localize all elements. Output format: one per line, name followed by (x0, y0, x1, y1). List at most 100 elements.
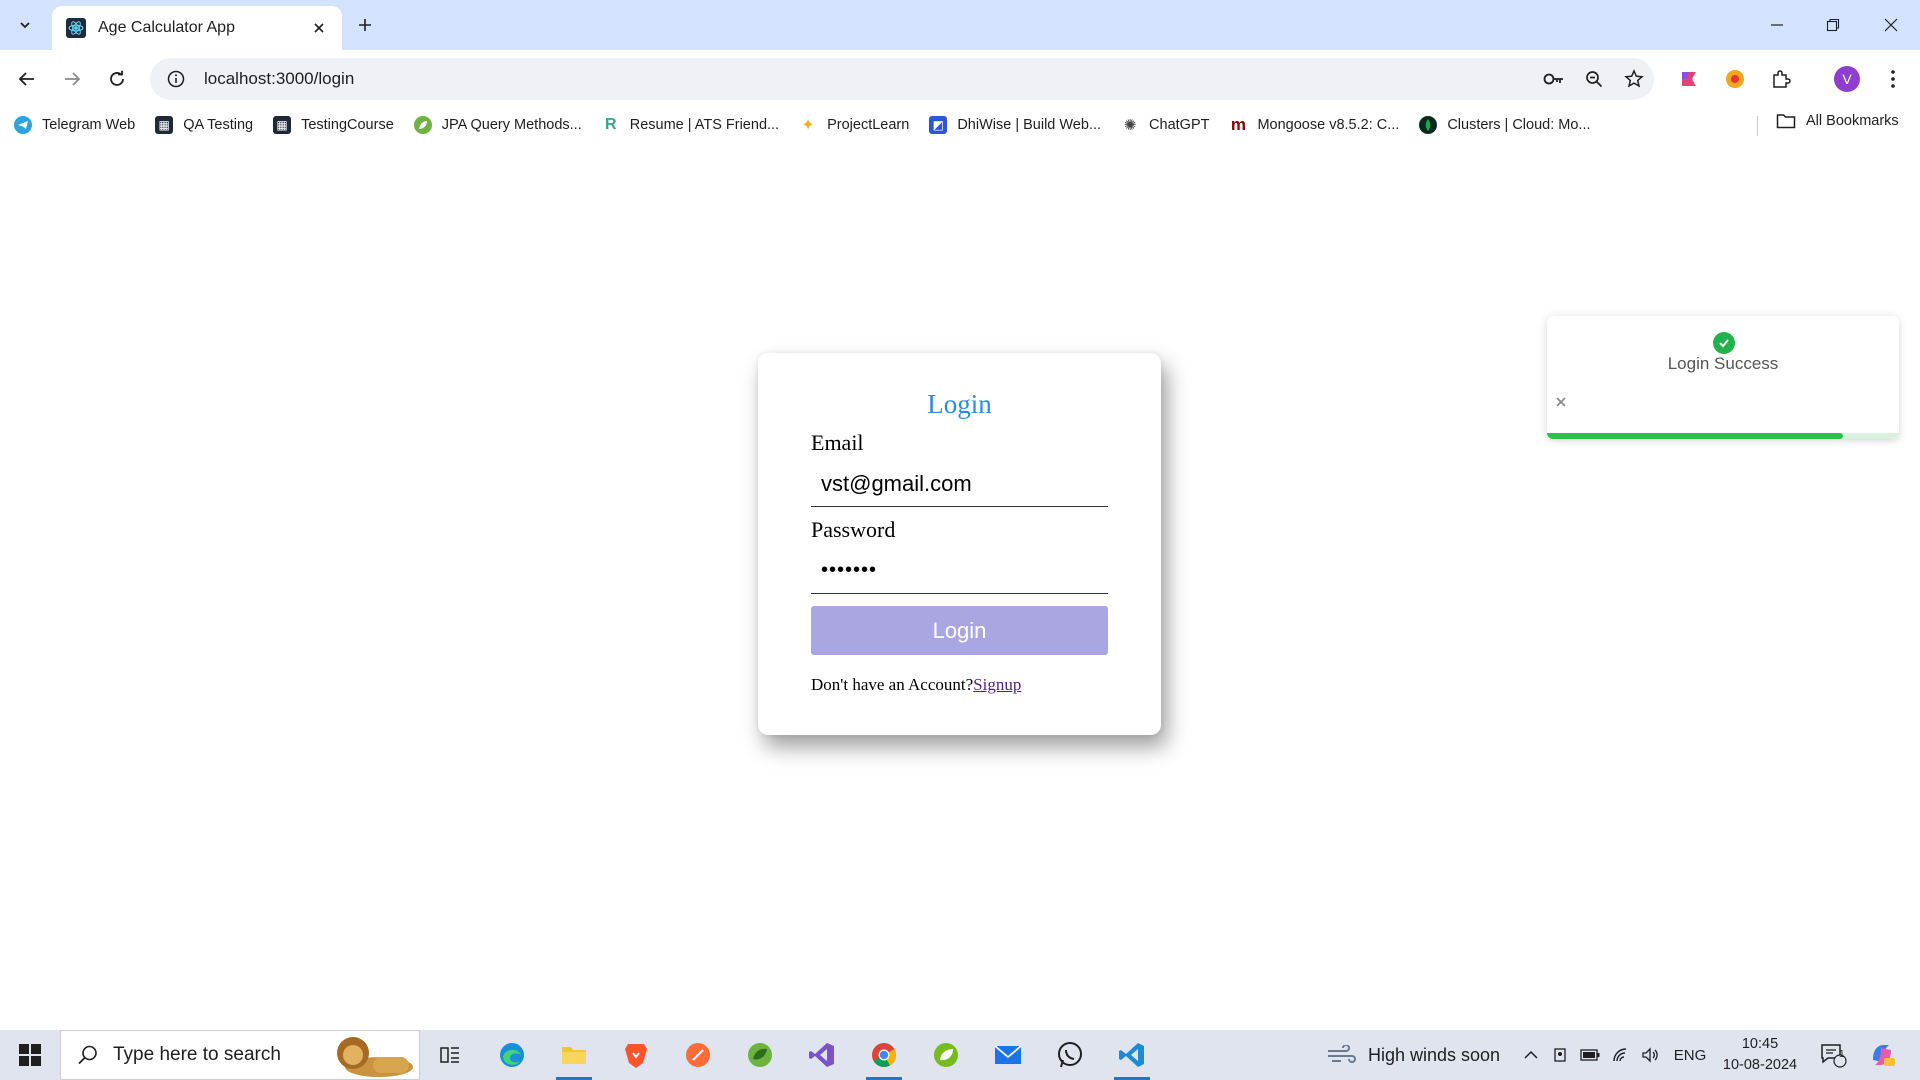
bookmark-label: JPA Query Methods... (441, 117, 582, 133)
bookmark-label: Mongoose v8.5.2: C... (1257, 117, 1400, 133)
signup-link[interactable]: Signup (973, 675, 1021, 694)
whatsapp-icon[interactable] (1040, 1030, 1100, 1080)
login-card: Login Email vst@gmail.com Password •••••… (758, 353, 1161, 735)
bookmark-star-icon[interactable] (1614, 58, 1654, 100)
password-field[interactable]: ••••••• (811, 548, 1108, 594)
bookmark-label: ProjectLearn (827, 117, 910, 133)
bookmarks-bar: Telegram Web ▦ QA Testing ▦ TestingCours… (0, 108, 1920, 142)
windows-taskbar: Type here to search High winds soon ENG … (0, 1030, 1920, 1080)
tab-search-chevron-icon[interactable] (12, 12, 38, 38)
notification-count: 1 (1839, 1049, 1845, 1060)
react-icon (66, 18, 86, 38)
all-bookmarks[interactable]: All Bookmarks (1776, 113, 1899, 129)
login-button[interactable]: Login (811, 606, 1108, 655)
bookmark-label: Telegram Web (42, 117, 136, 133)
tab-strip: Age Calculator App (0, 0, 1920, 50)
tab-age-calculator[interactable]: Age Calculator App (52, 6, 342, 50)
toast-message: Login Success (1667, 354, 1779, 373)
email-label: Email (811, 430, 864, 455)
check-circle-icon (1713, 332, 1735, 354)
search-icon (77, 1044, 99, 1066)
bookmark-chatgpt[interactable]: ✺ ChatGPT (1121, 116, 1210, 134)
telegram-icon (14, 116, 32, 134)
toast-close-icon[interactable] (1553, 394, 1569, 410)
dhiwise-icon: ◩ (929, 116, 948, 134)
password-key-icon[interactable] (1534, 58, 1574, 100)
tab-close-icon[interactable] (308, 17, 330, 39)
spring-boot-icon[interactable] (916, 1030, 976, 1080)
weather-text: High winds soon (1367, 1044, 1501, 1065)
vscode-icon[interactable] (1102, 1030, 1162, 1080)
reload-icon[interactable] (100, 62, 134, 96)
chatgpt-icon: ✺ (1123, 117, 1137, 134)
restore-icon[interactable] (1810, 10, 1856, 40)
extension-badge-icon[interactable] (1718, 62, 1752, 96)
address-bar[interactable]: localhost:3000/login (150, 58, 1654, 100)
testing-course-icon: ▦ (273, 116, 292, 134)
bookmark-label: Clusters | Cloud: Mo... (1447, 117, 1591, 133)
search-placeholder: Type here to search (113, 1044, 281, 1065)
language-indicator[interactable]: ENG (1668, 1030, 1712, 1080)
bookmark-resume[interactable]: R Resume | ATS Friend... (602, 116, 779, 134)
battery-icon[interactable] (1578, 1030, 1602, 1080)
bookmark-qa-testing[interactable]: ▦ QA Testing (155, 116, 253, 134)
mail-icon[interactable] (978, 1030, 1038, 1080)
wind-icon (1326, 1045, 1356, 1065)
bookmark-projectlearn[interactable]: ✦ ProjectLearn (799, 116, 909, 134)
signup-prompt: Don't have an Account? (811, 675, 974, 694)
bookmark-jpa-query[interactable]: JPA Query Methods... (413, 116, 582, 134)
weather-widget[interactable]: High winds soon (1318, 1030, 1508, 1080)
email-field[interactable]: vst@gmail.com (811, 461, 1108, 507)
spring-icon (413, 116, 432, 134)
bookmark-mongoose[interactable]: m Mongoose v8.5.2: C... (1229, 115, 1400, 134)
profile-avatar[interactable]: V (1830, 62, 1864, 96)
edge-icon[interactable] (482, 1030, 542, 1080)
bookmark-label: TestingCourse (301, 117, 394, 133)
extensions-puzzle-icon[interactable] (1764, 62, 1798, 96)
chevron-up-icon[interactable] (1520, 1030, 1542, 1080)
postman-icon[interactable] (668, 1030, 728, 1080)
zoom-icon[interactable] (1574, 58, 1614, 100)
resume-icon: R (604, 116, 617, 133)
toast-progress-bar (1547, 433, 1843, 439)
taskbar-search-input[interactable]: Type here to search (60, 1030, 420, 1080)
bookmark-telegram[interactable]: Telegram Web (14, 116, 135, 134)
close-window-icon[interactable] (1868, 10, 1914, 40)
bookmark-label: DhiWise | Build Web... (957, 117, 1102, 133)
signup-prompt-line: Don't have an Account?Signup (811, 675, 1021, 695)
bookmark-testing-course[interactable]: ▦ TestingCourse (273, 116, 394, 134)
copilot-icon[interactable] (1862, 1030, 1902, 1080)
tab-title: Age Calculator App (98, 19, 235, 36)
chrome-icon[interactable] (854, 1030, 914, 1080)
brave-icon[interactable] (606, 1030, 666, 1080)
windows-start-icon[interactable] (0, 1030, 60, 1080)
taskbar-clock[interactable]: 10:45 10-08-2024 (1720, 1034, 1800, 1076)
spring-tools-icon[interactable] (730, 1030, 790, 1080)
clock-date: 10-08-2024 (1722, 1057, 1798, 1073)
minimize-icon[interactable] (1754, 10, 1800, 40)
url-text[interactable]: localhost:3000/login (204, 69, 1534, 89)
page-viewport: Login Email vst@gmail.com Password •••••… (0, 142, 1920, 1030)
task-view-icon[interactable] (420, 1030, 480, 1080)
success-toast: Login Success (1547, 316, 1899, 439)
volume-icon[interactable] (1638, 1030, 1662, 1080)
meet-now-icon[interactable] (1550, 1030, 1572, 1080)
bookmark-clusters[interactable]: Clusters | Cloud: Mo... (1419, 116, 1591, 134)
site-info-icon[interactable] (166, 69, 186, 89)
forward-arrow-icon[interactable] (55, 62, 89, 96)
back-arrow-icon[interactable] (10, 62, 44, 96)
password-label: Password (811, 517, 896, 542)
notification-center-icon[interactable]: 1 (1816, 1030, 1852, 1080)
visual-studio-icon[interactable] (792, 1030, 852, 1080)
menu-kebab-icon[interactable] (1876, 62, 1910, 96)
wifi-icon[interactable] (1608, 1030, 1632, 1080)
bookmarks-divider (1757, 116, 1758, 136)
clock-time: 10:45 (1741, 1036, 1779, 1052)
new-tab-plus-icon[interactable] (352, 12, 378, 38)
qa-testing-icon: ▦ (155, 116, 174, 134)
extension-flag-icon[interactable] (1672, 62, 1706, 96)
all-bookmarks-label: All Bookmarks (1806, 113, 1899, 129)
search-highlight-lion-icon (319, 1031, 419, 1079)
file-explorer-icon[interactable] (544, 1030, 604, 1080)
bookmark-dhiwise[interactable]: ◩ DhiWise | Build Web... (929, 116, 1101, 134)
